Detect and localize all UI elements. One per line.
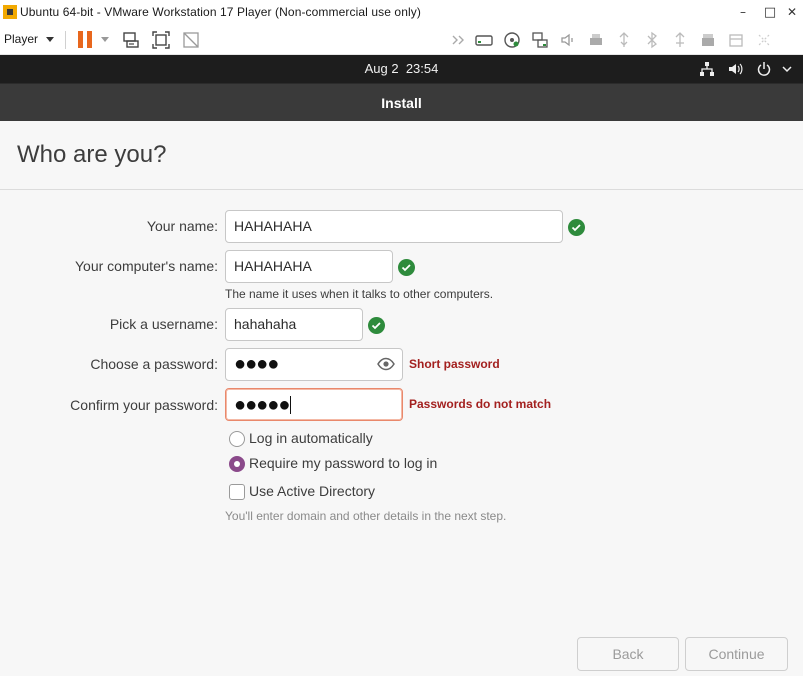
window-title: Ubuntu 64-bit - VMware Workstation 17 Pl… [20, 5, 421, 19]
removable-device-icon[interactable] [726, 30, 746, 50]
minimize-button[interactable]: – [731, 0, 755, 24]
more-icon[interactable] [754, 30, 774, 50]
require-password-label[interactable]: Require my password to log in [249, 455, 437, 471]
player-menu-button[interactable]: Player [4, 32, 38, 46]
chevron-down-icon[interactable] [779, 61, 795, 77]
computer-name-hint: The name it uses when it talks to other … [225, 287, 494, 301]
fit-guest-icon[interactable] [151, 30, 171, 50]
show-password-icon[interactable] [377, 357, 395, 371]
password-error: Short password [409, 357, 500, 371]
checkmark-icon [568, 219, 585, 236]
clock-time: 23:54 [405, 61, 439, 76]
network-icon[interactable] [699, 61, 715, 77]
send-ctrl-alt-del-icon[interactable] [121, 30, 141, 50]
checkmark-icon [398, 259, 415, 276]
chevron-down-icon[interactable] [46, 37, 54, 42]
your-name-field[interactable]: HAHAHAHA [225, 210, 563, 243]
installer-title: Install [381, 95, 422, 111]
bluetooth-icon[interactable] [642, 30, 662, 50]
unity-icon[interactable] [181, 30, 201, 50]
vmware-app-icon [3, 5, 17, 19]
hard-disk-icon[interactable] [474, 30, 494, 50]
continue-button[interactable]: Continue [685, 637, 788, 671]
ubuntu-top-bar: Aug 2 23:54 [0, 55, 803, 83]
forward-icon[interactable] [449, 30, 469, 50]
auto-login-radio[interactable] [229, 431, 245, 447]
close-button[interactable]: ✕ [780, 0, 803, 24]
clock[interactable]: Aug 2 23:54 [0, 61, 803, 76]
title-divider [0, 189, 803, 190]
usb-icon[interactable] [614, 30, 634, 50]
require-password-radio[interactable] [229, 456, 245, 472]
sound-card-icon[interactable] [558, 30, 578, 50]
confirm-password-field[interactable]: ●●●●● [225, 388, 403, 421]
back-button[interactable]: Back [577, 637, 679, 671]
window-titlebar: Ubuntu 64-bit - VMware Workstation 17 Pl… [0, 0, 803, 24]
pause-icon[interactable] [78, 31, 92, 48]
confirm-password-dots: ●●●●● [234, 394, 290, 416]
computer-name-field[interactable]: HAHAHAHA [225, 250, 393, 283]
clock-date: Aug 2 [364, 61, 399, 76]
active-directory-hint: You'll enter domain and other details in… [225, 509, 507, 523]
maximize-button[interactable]: □ [758, 0, 782, 24]
floppy-icon[interactable] [698, 30, 718, 50]
password-label: Choose a password: [90, 356, 218, 372]
password-dots: ●●●● [234, 353, 279, 375]
your-name-label: Your name: [146, 218, 218, 234]
page-title: Who are you? [17, 141, 167, 168]
auto-login-label[interactable]: Log in automatically [249, 430, 373, 446]
text-cursor [290, 396, 292, 414]
username-label: Pick a username: [109, 316, 218, 332]
computer-name-label: Your computer's name: [74, 258, 218, 274]
printer-icon[interactable] [586, 30, 606, 50]
username-field[interactable]: hahahaha [225, 308, 363, 341]
confirm-password-label: Confirm your password: [70, 397, 218, 413]
checkmark-icon [368, 317, 385, 334]
toolbar-separator [65, 31, 66, 49]
network-adapter-icon[interactable] [530, 30, 550, 50]
chevron-down-icon[interactable] [101, 37, 109, 42]
active-directory-checkbox[interactable] [229, 484, 245, 500]
power-icon[interactable] [756, 61, 772, 77]
volume-icon[interactable] [727, 61, 743, 77]
vmware-toolbar: Player [0, 24, 803, 55]
installer-header: Install [0, 83, 803, 121]
cd-dvd-icon[interactable] [502, 30, 522, 50]
confirm-password-error: Passwords do not match [409, 397, 552, 411]
usb-device-icon[interactable] [670, 30, 690, 50]
active-directory-label[interactable]: Use Active Directory [249, 483, 375, 499]
